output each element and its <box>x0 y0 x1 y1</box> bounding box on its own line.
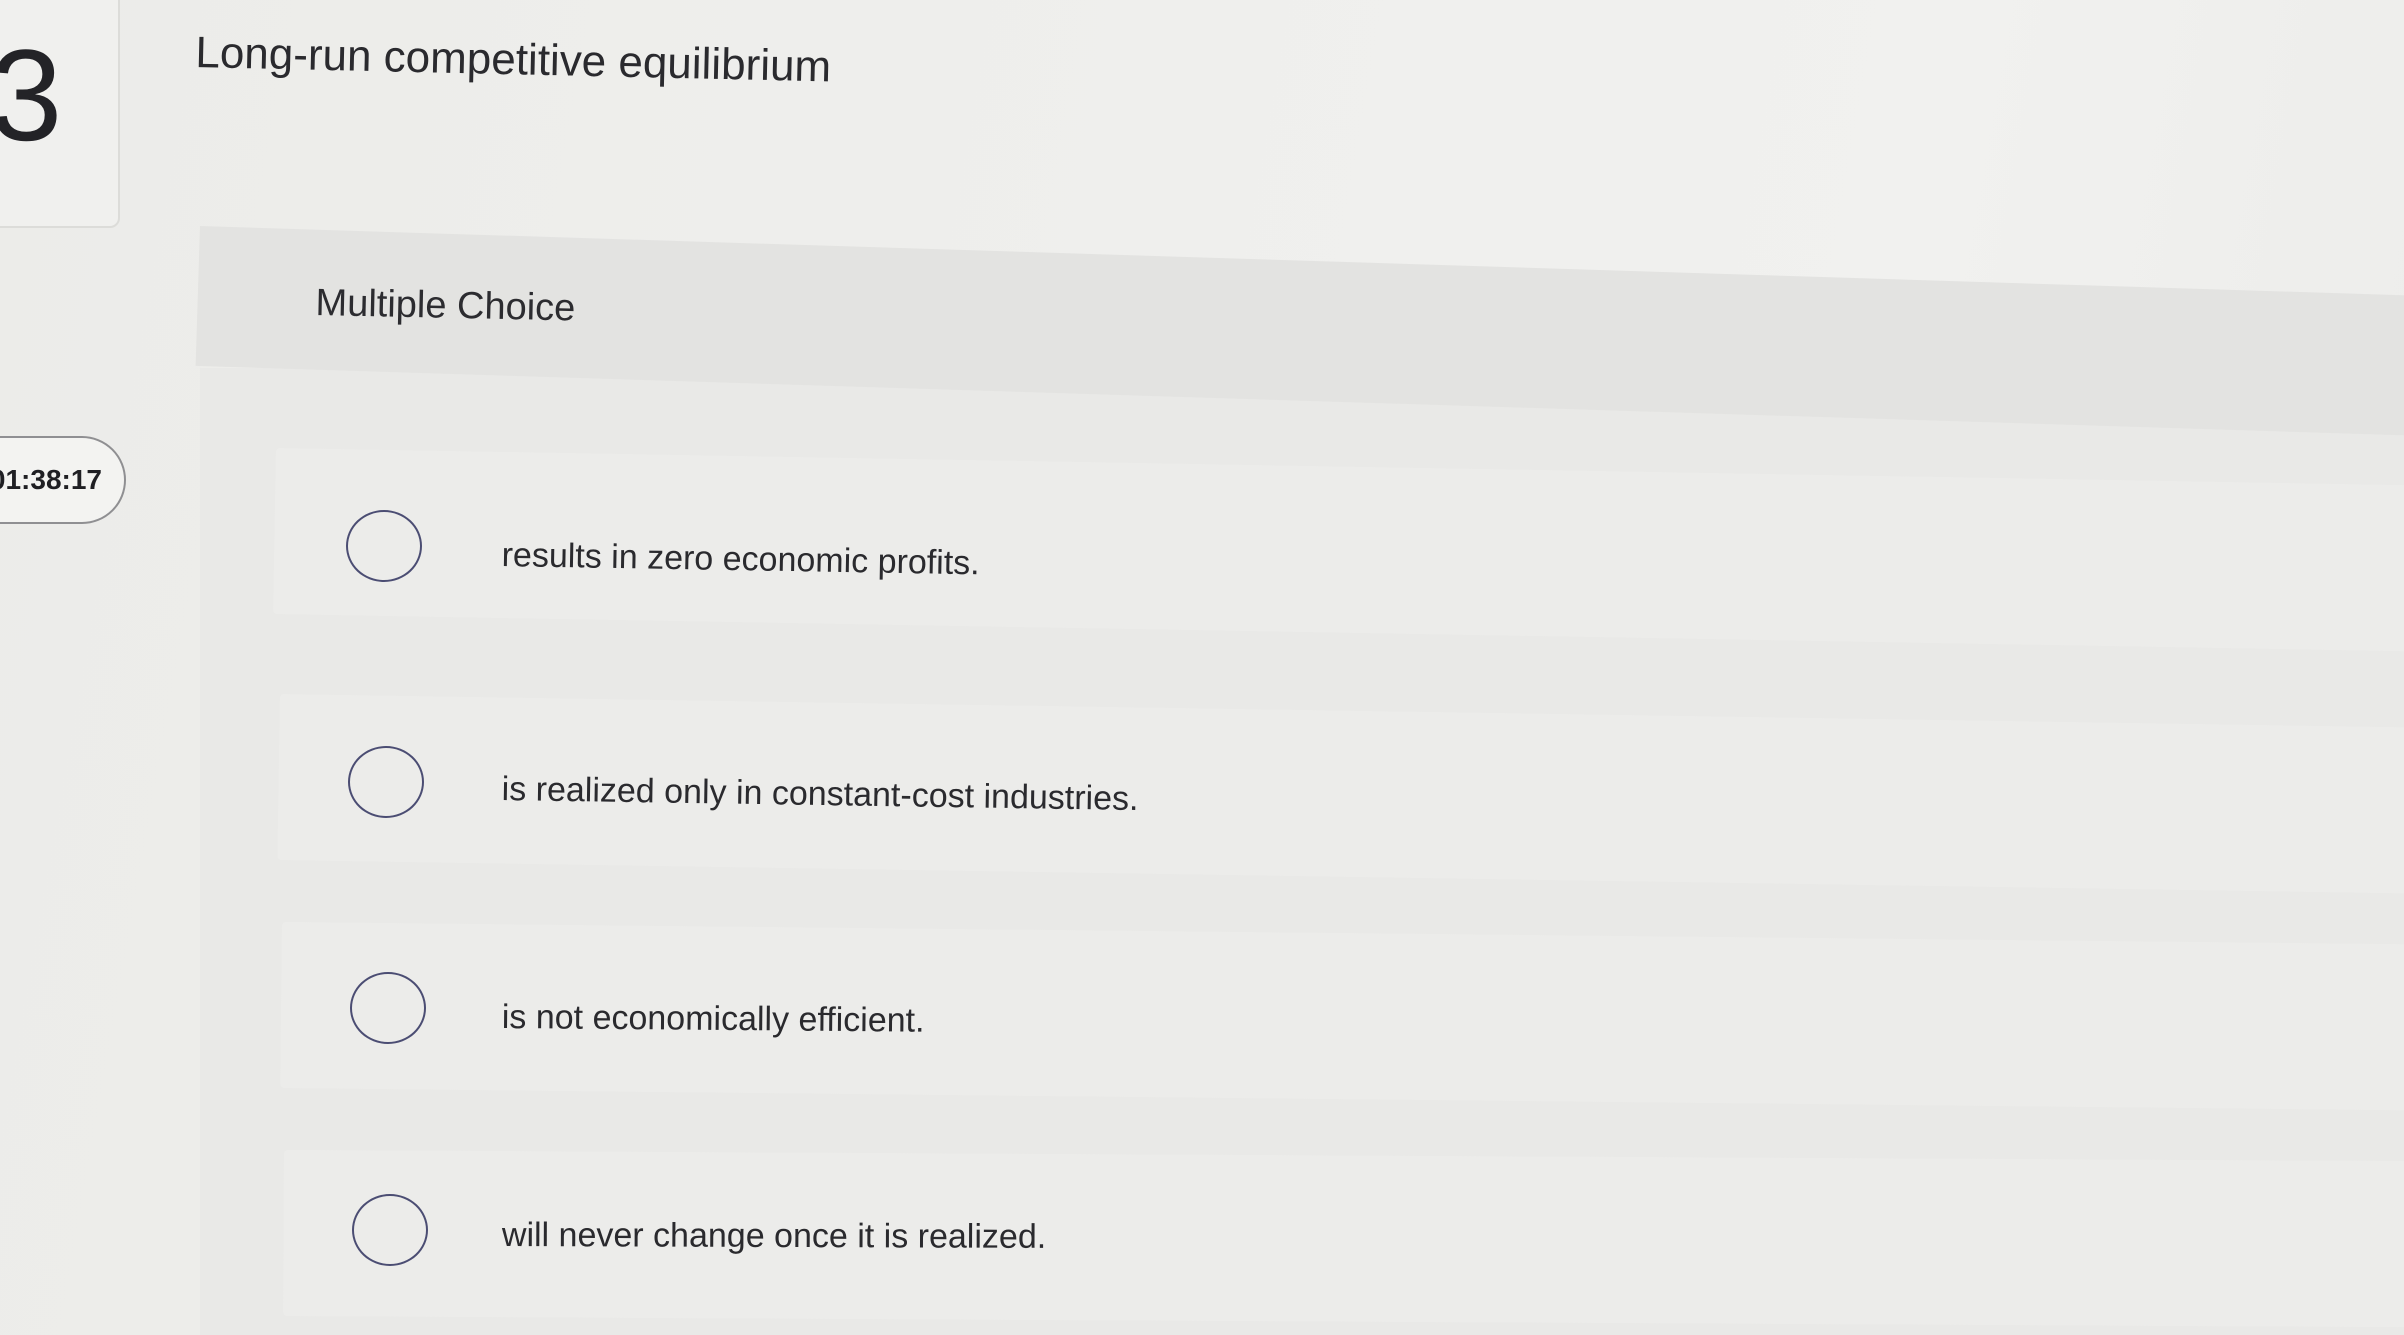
radio-button-option-3[interactable] <box>350 972 426 1044</box>
timer-value: 01:38:17 <box>0 464 102 495</box>
option-3-label[interactable]: is not economically efficient. <box>502 998 925 1041</box>
radio-button-option-4[interactable] <box>352 1194 428 1266</box>
question-type-label: Multiple Choice <box>315 282 576 330</box>
radio-button-option-1[interactable] <box>346 510 422 582</box>
quiz-page: 3 01:38:17 Long-run competitive equilibr… <box>0 0 2404 1335</box>
timer-badge: 01:38:17 <box>0 436 126 524</box>
option-4-label[interactable]: will never change once it is realized. <box>502 1216 1046 1257</box>
question-title: Long-run competitive equilibrium <box>194 28 832 92</box>
option-1-label[interactable]: results in zero economic profits. <box>501 536 980 583</box>
radio-button-option-2[interactable] <box>348 746 424 818</box>
question-number: 3 <box>0 22 63 168</box>
